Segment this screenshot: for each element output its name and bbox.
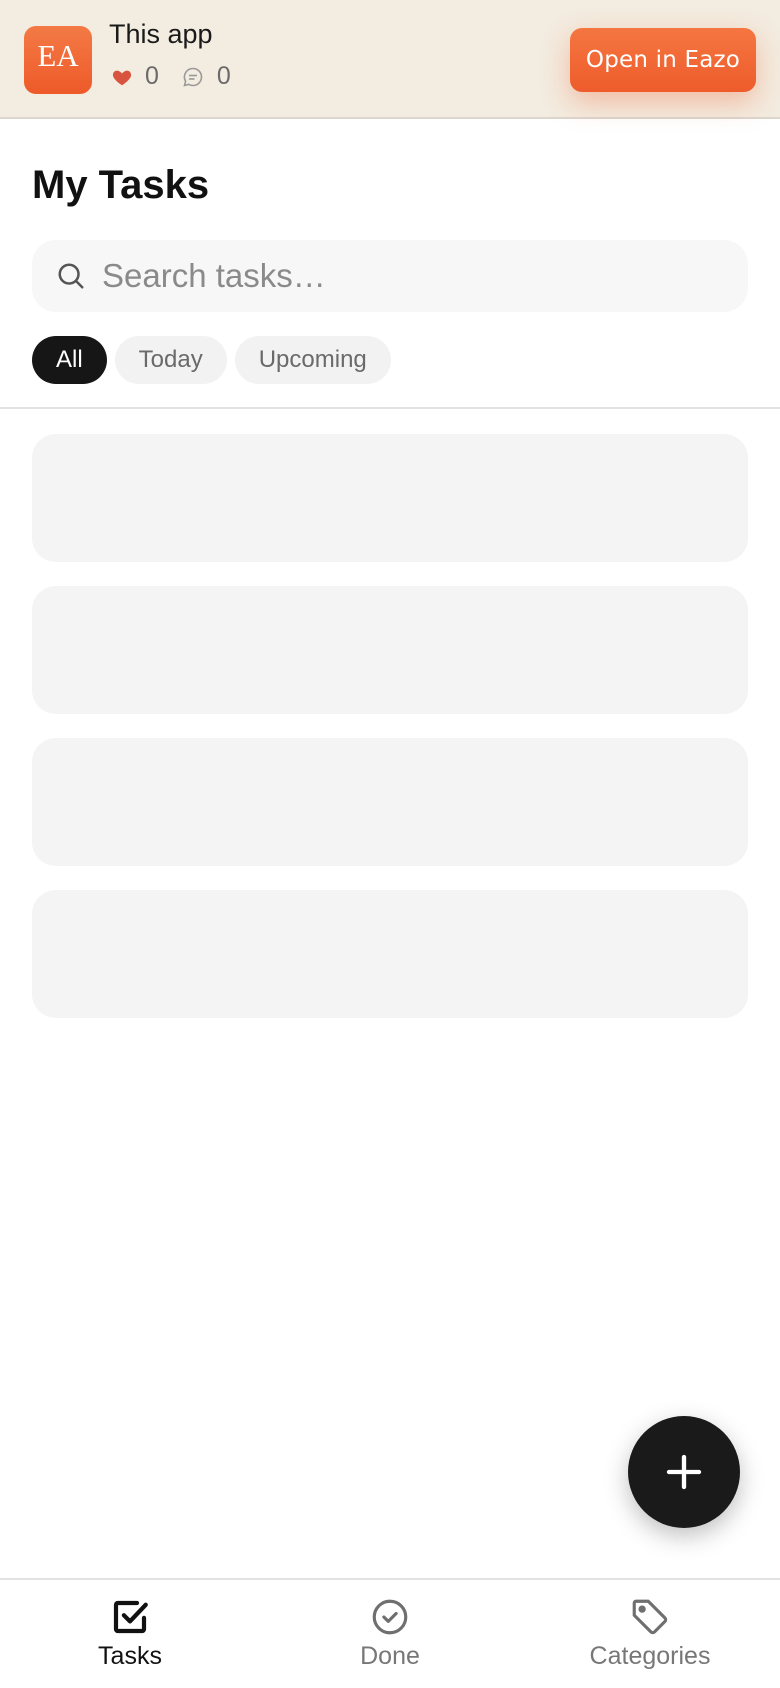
comments-count: 0 bbox=[216, 62, 231, 90]
search-input[interactable] bbox=[102, 257, 702, 295]
task-skeleton-card bbox=[32, 890, 748, 1018]
page-title: My Tasks bbox=[32, 163, 210, 207]
app-banner: EA This app 0 0 Open in Eazo bbox=[0, 0, 780, 119]
filter-all[interactable]: All bbox=[32, 336, 107, 384]
likes-stat[interactable]: 0 bbox=[111, 62, 159, 91]
header-divider bbox=[0, 407, 780, 409]
search-icon bbox=[58, 263, 84, 289]
nav-tasks[interactable]: Tasks bbox=[0, 1580, 260, 1688]
check-circle-icon bbox=[372, 1599, 408, 1635]
nav-tasks-label: Tasks bbox=[98, 1642, 162, 1670]
nav-done-label: Done bbox=[360, 1642, 420, 1670]
app-stats: 0 0 bbox=[111, 62, 231, 91]
app-logo: EA bbox=[24, 26, 92, 94]
bottom-nav: Tasks Done Categories bbox=[0, 1578, 780, 1688]
filter-upcoming[interactable]: Upcoming bbox=[234, 336, 391, 384]
filter-tabs: All Today Upcoming bbox=[32, 336, 399, 384]
comment-icon bbox=[183, 67, 203, 87]
task-skeleton-card bbox=[32, 586, 748, 714]
tag-icon bbox=[632, 1599, 668, 1635]
plus-icon bbox=[666, 1454, 702, 1490]
search-bar[interactable] bbox=[32, 240, 748, 312]
nav-categories-label: Categories bbox=[589, 1642, 711, 1670]
checkbox-icon bbox=[113, 1600, 148, 1634]
likes-count: 0 bbox=[145, 62, 159, 90]
open-in-app-button[interactable]: Open in Eazo bbox=[570, 28, 756, 92]
nav-categories[interactable]: Categories bbox=[520, 1580, 780, 1688]
app-name: This app bbox=[109, 19, 213, 49]
task-skeleton-card bbox=[32, 434, 748, 562]
add-task-button[interactable] bbox=[628, 1416, 740, 1528]
nav-done[interactable]: Done bbox=[260, 1580, 520, 1688]
heart-icon bbox=[112, 70, 132, 85]
filter-today[interactable]: Today bbox=[114, 336, 227, 384]
comments-stat[interactable]: 0 bbox=[181, 62, 231, 91]
task-skeleton-card bbox=[32, 738, 748, 866]
